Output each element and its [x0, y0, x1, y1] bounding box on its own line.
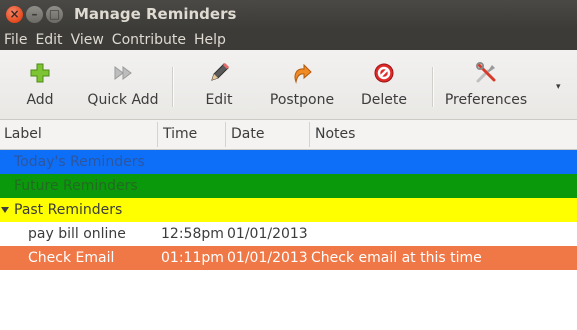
reminder-time: 12:58pm	[161, 226, 224, 242]
fast-forward-icon	[86, 60, 160, 86]
column-header-time[interactable]: Time	[159, 120, 223, 149]
toolbar-separator	[172, 67, 174, 107]
redo-arrow-icon	[266, 60, 338, 86]
minimize-window-button[interactable]: –	[26, 6, 43, 23]
menu-edit[interactable]: Edit	[31, 32, 66, 48]
quick-add-button-label: Quick Add	[87, 92, 159, 108]
postpone-button[interactable]: Postpone	[266, 60, 338, 108]
column-header-label[interactable]: Label	[0, 120, 156, 149]
column-divider	[157, 122, 158, 147]
reminder-label: Check Email	[28, 250, 115, 266]
category-label: Future Reminders	[14, 178, 138, 194]
column-divider	[309, 122, 310, 147]
title-bar: × – □ Manage Reminders	[0, 0, 577, 29]
column-header-date[interactable]: Date	[227, 120, 311, 149]
reminder-date: 01/01/2013	[227, 250, 308, 266]
toolbar-separator	[432, 67, 434, 107]
reminder-notes: Check email at this time	[311, 250, 482, 266]
add-button-label: Add	[26, 92, 54, 108]
list-header: Label Time Date Notes	[0, 120, 577, 150]
postpone-button-label: Postpone	[269, 92, 335, 108]
menu-help[interactable]: Help	[190, 32, 230, 48]
delete-button[interactable]: Delete	[358, 60, 410, 108]
table-row-selected[interactable]: Check Email 01:11pm 01/01/2013 Check ema…	[0, 246, 577, 270]
category-row-future[interactable]: Future Reminders	[0, 174, 577, 198]
reminder-time: 01:11pm	[161, 250, 224, 266]
plus-icon	[18, 60, 62, 86]
delete-icon	[358, 60, 410, 86]
maximize-window-button[interactable]: □	[46, 6, 63, 23]
close-window-button[interactable]: ×	[6, 6, 23, 23]
edit-button-label: Edit	[205, 92, 233, 108]
table-row[interactable]: pay bill online 12:58pm 01/01/2013	[0, 222, 577, 246]
expander-arrow-icon[interactable]	[1, 207, 9, 213]
toolbar: Add Quick Add Edit Postpone Delete Prefe…	[0, 50, 577, 120]
delete-button-label: Delete	[361, 92, 407, 108]
add-button[interactable]: Add	[18, 60, 62, 108]
toolbar-overflow-arrow[interactable]: ▾	[556, 82, 561, 92]
category-label: Today's Reminders	[14, 154, 145, 170]
tools-icon	[443, 60, 529, 86]
category-label: Past Reminders	[14, 202, 123, 218]
pencil-icon	[200, 60, 238, 86]
category-row-past[interactable]: Past Reminders	[0, 198, 577, 222]
menu-contribute[interactable]: Contribute	[108, 32, 190, 48]
preferences-button-label: Preferences	[444, 92, 528, 108]
column-header-notes[interactable]: Notes	[311, 120, 515, 149]
category-row-today[interactable]: Today's Reminders	[0, 150, 577, 174]
menu-view[interactable]: View	[67, 32, 108, 48]
menu-file[interactable]: File	[0, 32, 31, 48]
window-title: Manage Reminders	[74, 5, 237, 23]
reminder-list: Today's Reminders Future Reminders Past …	[0, 150, 577, 330]
menu-bar: File Edit View Contribute Help	[0, 29, 577, 50]
reminder-date: 01/01/2013	[227, 226, 308, 242]
preferences-button[interactable]: Preferences	[443, 60, 529, 108]
edit-button[interactable]: Edit	[200, 60, 238, 108]
reminder-label: pay bill online	[28, 226, 126, 242]
quick-add-button[interactable]: Quick Add	[86, 60, 160, 108]
column-divider	[225, 122, 226, 147]
